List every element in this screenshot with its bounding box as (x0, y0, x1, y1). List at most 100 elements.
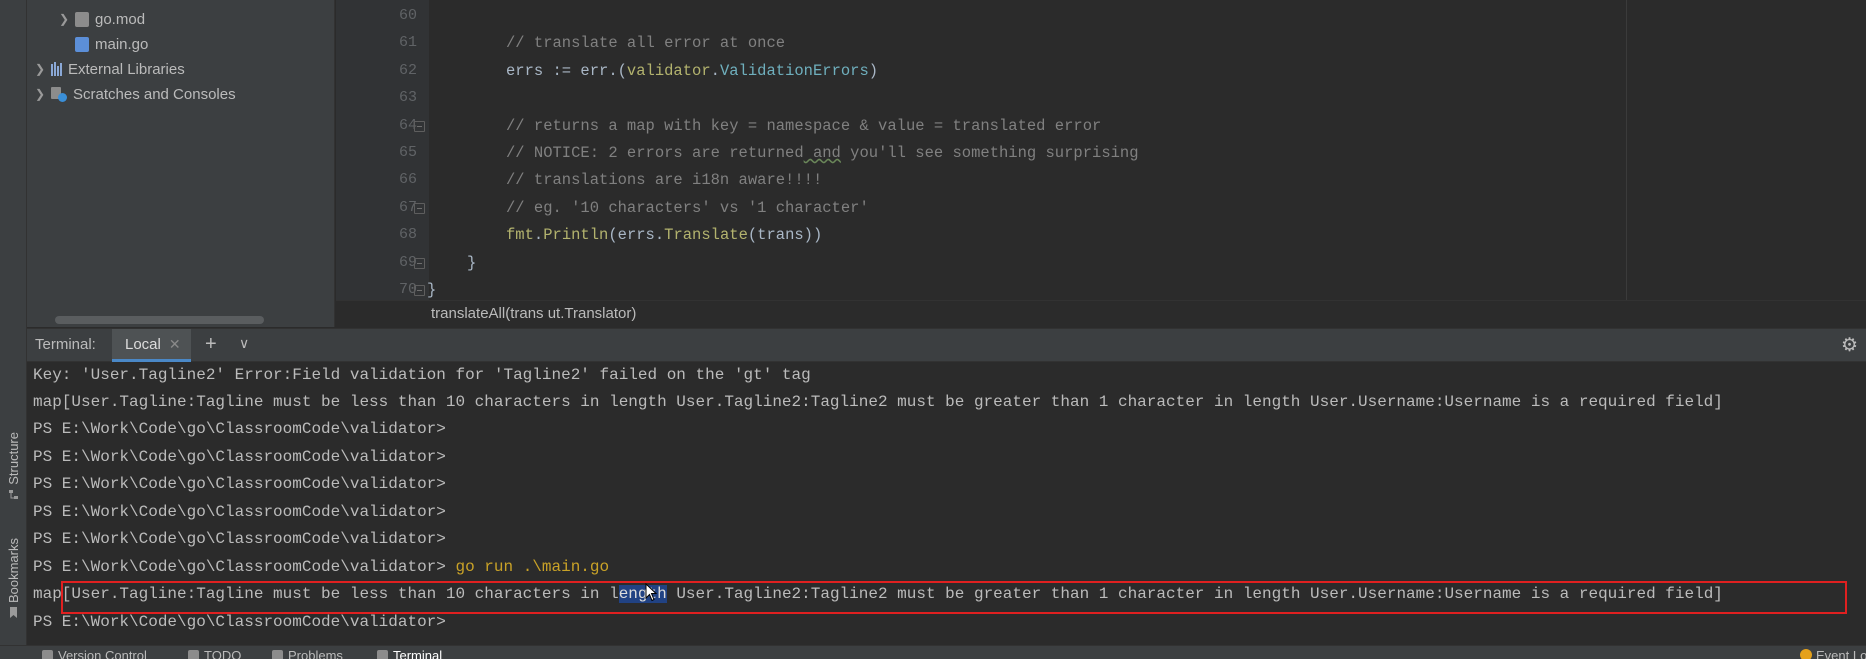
code-line-64: // returns a map with key = namespace & … (506, 117, 1102, 135)
tree-item-external-libraries[interactable]: ❯ External Libraries (33, 58, 185, 80)
line-number: 65 (398, 144, 417, 161)
scratches-icon (51, 86, 67, 102)
terminal-prompt: PS E:\Work\Code\go\ClassroomCode\validat… (33, 475, 446, 493)
project-panel: ❯ go.mod main.go ❯ External Libraries ❯ … (27, 0, 335, 327)
terminal-bottom-label: Terminal (393, 648, 443, 659)
code-token: . (533, 226, 544, 244)
chevron-right-icon[interactable]: ❯ (33, 87, 47, 101)
editor-breadcrumb[interactable]: translateAll(trans ut.Translator) (336, 300, 1866, 327)
line-number: 61 (398, 34, 417, 51)
code-token: ) (868, 62, 879, 80)
mouse-cursor-icon (645, 583, 658, 602)
terminal-title: Terminal: (35, 336, 96, 353)
todo-label: TODO (204, 648, 242, 659)
fold-marker-icon[interactable] (414, 285, 425, 296)
terminal-icon (377, 650, 388, 659)
code-line-70: } (427, 281, 437, 299)
terminal-tab-local[interactable]: Local ✕ (112, 329, 191, 362)
tree-item-label: Scratches and Consoles (73, 85, 236, 103)
tree-item-label: go.mod (95, 10, 146, 28)
terminal-command-line: PS E:\Work\Code\go\ClassroomCode\validat… (33, 558, 609, 576)
horizontal-scrollbar[interactable] (55, 316, 264, 324)
go-mod-file-icon (75, 11, 89, 27)
problems-label: Problems (288, 648, 343, 659)
code-token: errs := err.( (506, 62, 627, 80)
chevron-right-icon[interactable]: ❯ (57, 12, 71, 26)
code-token-typo: and (803, 144, 841, 162)
chevron-right-icon[interactable]: ❯ (33, 62, 47, 76)
structure-tool-tab[interactable]: Structure (3, 432, 23, 500)
fold-marker-icon[interactable] (414, 121, 425, 132)
terminal-prompt: PS E:\Work\Code\go\ClassroomCode\validat… (33, 503, 446, 521)
add-icon[interactable]: + (205, 333, 217, 356)
version-control-tab[interactable]: Version Control (42, 648, 147, 659)
event-log-tab[interactable]: Event Log (1800, 648, 1866, 659)
terminal-header: Terminal: Local ✕ + ∨ ⚙ (27, 328, 1866, 362)
tree-item-label: External Libraries (68, 60, 185, 78)
terminal-prompt: PS E:\Work\Code\go\ClassroomCode\validat… (33, 448, 446, 466)
breadcrumb-function[interactable]: translateAll(trans ut.Translator) (431, 305, 636, 322)
event-log-label: Event Log (1816, 648, 1866, 659)
fold-marker-icon[interactable] (414, 258, 425, 269)
line-number: 62 (398, 62, 417, 79)
terminal-prompt: PS E:\Work\Code\go\ClassroomCode\validat… (33, 613, 446, 631)
terminal-tab-label: Local (125, 335, 161, 353)
code-editor[interactable]: 60 61 62 63 64 65 66 67 68 69 70 // tran… (336, 0, 1866, 300)
left-tool-stripe: Structure Bookmarks (0, 0, 27, 645)
terminal-command: go run .\main.go (445, 558, 610, 576)
line-number: 69 (398, 254, 417, 271)
code-token: . (710, 62, 720, 80)
line-number: 68 (398, 226, 417, 243)
structure-tab-label: Structure (5, 432, 21, 485)
todo-tab[interactable]: TODO (188, 648, 241, 659)
code-line-62: errs := err.(validator.ValidationErrors) (506, 62, 878, 80)
tree-item-label: main.go (95, 35, 149, 53)
code-token: fmt (506, 226, 534, 244)
version-control-icon (42, 650, 53, 659)
code-token: you'll see something surprising (840, 144, 1139, 162)
code-token: (trans)) (747, 226, 823, 244)
chevron-down-icon[interactable]: ∨ (239, 335, 249, 352)
bookmarks-tool-tab[interactable]: Bookmarks (3, 538, 23, 619)
version-control-label: Version Control (58, 648, 147, 659)
code-line-68: fmt.Println(errs.Translate(trans)) (506, 226, 822, 244)
bottom-tool-bar: Version Control TODO Problems Terminal E… (0, 645, 1866, 659)
code-token: validator (626, 62, 711, 80)
terminal-prompt: PS E:\Work\Code\go\ClassroomCode\validat… (33, 530, 446, 548)
code-token: // NOTICE: 2 errors are returned (506, 144, 804, 162)
code-line-69: } (467, 254, 477, 272)
list-icon (188, 650, 199, 659)
code-token: Println (543, 226, 609, 244)
line-number: 66 (398, 171, 417, 188)
terminal-output[interactable]: Key: 'User.Tagline2' Error:Field validat… (27, 362, 1866, 645)
line-number: 64 (398, 117, 417, 134)
code-token: (errs. (608, 226, 665, 244)
problems-tab[interactable]: Problems (272, 648, 343, 659)
annotation-highlight-box (61, 581, 1847, 614)
bookmarks-tab-label: Bookmarks (5, 538, 21, 604)
tree-item-go-mod[interactable]: ❯ go.mod (57, 8, 145, 30)
fold-marker-icon[interactable] (414, 203, 425, 214)
terminal-line: map[User.Tagline:Tagline must be less th… (33, 393, 1723, 411)
code-line-65: // NOTICE: 2 errors are returned and you… (506, 144, 1139, 162)
code-token: Translate (664, 226, 748, 244)
library-icon (51, 62, 62, 76)
editor-gutter: 60 61 62 63 64 65 66 67 68 69 70 (336, 0, 429, 300)
structure-icon (8, 489, 18, 499)
line-number: 60 (398, 7, 417, 24)
code-line-66: // translations are i18n aware!!!! (506, 171, 823, 189)
code-line-61: // translate all error at once (506, 34, 786, 52)
problems-icon (272, 650, 283, 659)
code-line-67: // eg. '10 characters' vs '1 character' (506, 199, 869, 217)
line-number: 63 (398, 89, 417, 106)
line-number: 67 (398, 199, 417, 216)
tree-item-main-go[interactable]: main.go (75, 33, 148, 55)
code-token: ValidationErrors (719, 62, 869, 80)
close-icon[interactable]: ✕ (169, 336, 181, 353)
terminal-bottom-tab[interactable]: Terminal (377, 648, 442, 659)
gear-icon[interactable]: ⚙ (1841, 334, 1858, 357)
line-number: 70 (398, 281, 417, 298)
go-file-icon (75, 36, 89, 52)
terminal-line: Key: 'User.Tagline2' Error:Field validat… (33, 366, 811, 384)
tree-item-scratches[interactable]: ❯ Scratches and Consoles (33, 83, 236, 105)
